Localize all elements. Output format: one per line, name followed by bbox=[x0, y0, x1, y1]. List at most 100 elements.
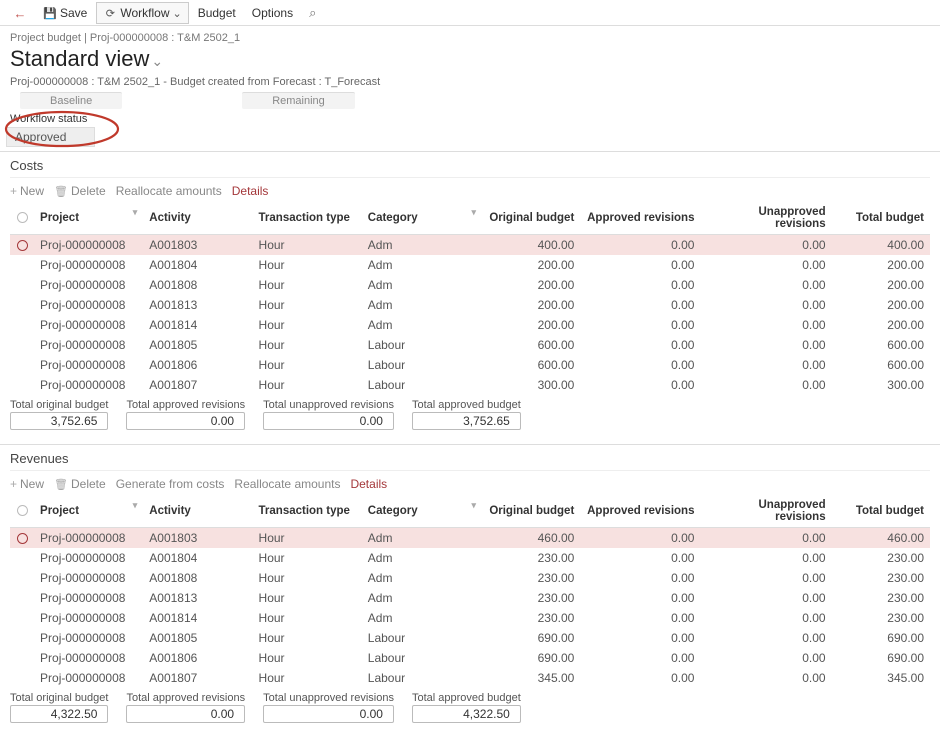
col-txtype[interactable]: Transaction type bbox=[253, 202, 362, 235]
cell-orig: 300.00 bbox=[482, 375, 580, 395]
col-category[interactable]: Category bbox=[362, 495, 482, 528]
trash-icon bbox=[54, 184, 68, 198]
cell-activity: A001806 bbox=[143, 648, 252, 668]
costs-details[interactable]: Details bbox=[232, 184, 269, 198]
table-row[interactable]: Proj-000000008A001806HourLabour690.000.0… bbox=[10, 648, 930, 668]
col-project[interactable]: Project bbox=[34, 202, 143, 235]
cell-orig: 460.00 bbox=[482, 528, 580, 549]
col-total[interactable]: Total budget bbox=[832, 495, 930, 528]
col-apprev[interactable]: Approved revisions bbox=[580, 202, 700, 235]
cell-category: Adm bbox=[362, 275, 482, 295]
table-row[interactable]: Proj-000000008A001804HourAdm230.000.000.… bbox=[10, 548, 930, 568]
page-title[interactable]: Standard view⌄ bbox=[0, 46, 940, 76]
tab-baseline[interactable]: Baseline bbox=[20, 92, 122, 109]
cell-orig: 690.00 bbox=[482, 628, 580, 648]
col-unapprev[interactable]: Unapproved revisions bbox=[700, 495, 831, 528]
tot-orig-label: Total original budget bbox=[10, 692, 108, 704]
table-row[interactable]: Proj-000000008A001803HourAdm400.000.000.… bbox=[10, 235, 930, 256]
workflow-button[interactable]: Workflow bbox=[96, 2, 188, 24]
col-total[interactable]: Total budget bbox=[832, 202, 930, 235]
cell-project: Proj-000000008 bbox=[34, 648, 143, 668]
save-label: Save bbox=[60, 6, 87, 20]
cell-category: Labour bbox=[362, 668, 482, 688]
table-row[interactable]: Proj-000000008A001814HourAdm200.000.000.… bbox=[10, 315, 930, 335]
options-button[interactable]: Options bbox=[245, 2, 300, 24]
costs-tot-unapprev: 0.00 bbox=[263, 412, 394, 430]
save-button[interactable]: Save bbox=[36, 2, 94, 24]
revenues-tot-appbudget: 4,322.50 bbox=[412, 705, 521, 723]
table-row[interactable]: Proj-000000008A001808HourAdm230.000.000.… bbox=[10, 568, 930, 588]
cell-total: 690.00 bbox=[832, 648, 930, 668]
tab-remaining[interactable]: Remaining bbox=[242, 92, 355, 109]
cell-orig: 230.00 bbox=[482, 588, 580, 608]
table-row[interactable]: Proj-000000008A001807HourLabour345.000.0… bbox=[10, 668, 930, 688]
cell-unapprev: 0.00 bbox=[700, 295, 831, 315]
budget-button[interactable]: Budget bbox=[191, 2, 243, 24]
cell-txtype: Hour bbox=[253, 548, 362, 568]
cell-activity: A001805 bbox=[143, 335, 252, 355]
costs-reallocate[interactable]: Reallocate amounts bbox=[116, 184, 222, 198]
table-row[interactable]: Proj-000000008A001805HourLabour600.000.0… bbox=[10, 335, 930, 355]
costs-delete[interactable]: Delete bbox=[54, 184, 106, 198]
cell-category: Adm bbox=[362, 255, 482, 275]
table-row[interactable]: Proj-000000008A001808HourAdm200.000.000.… bbox=[10, 275, 930, 295]
search-button[interactable] bbox=[302, 2, 323, 24]
select-all-radio[interactable] bbox=[17, 212, 28, 223]
cell-project: Proj-000000008 bbox=[34, 235, 143, 256]
cell-apprev: 0.00 bbox=[580, 648, 700, 668]
col-project[interactable]: Project bbox=[34, 495, 143, 528]
table-row[interactable]: Proj-000000008A001813HourAdm200.000.000.… bbox=[10, 295, 930, 315]
revenues-title: Revenues bbox=[10, 449, 930, 471]
table-row[interactable]: Proj-000000008A001814HourAdm230.000.000.… bbox=[10, 608, 930, 628]
revenues-reallocate[interactable]: Reallocate amounts bbox=[234, 477, 340, 491]
select-all-radio[interactable] bbox=[17, 505, 28, 516]
col-activity[interactable]: Activity bbox=[143, 202, 252, 235]
costs-new[interactable]: New bbox=[10, 184, 44, 198]
tot-orig-label: Total original budget bbox=[10, 399, 108, 411]
cell-project: Proj-000000008 bbox=[34, 568, 143, 588]
cell-orig: 200.00 bbox=[482, 275, 580, 295]
table-row[interactable]: Proj-000000008A001803HourAdm460.000.000.… bbox=[10, 528, 930, 549]
col-unapprev[interactable]: Unapproved revisions bbox=[700, 202, 831, 235]
revenues-gen-from-costs[interactable]: Generate from costs bbox=[116, 477, 225, 491]
sub-description: Proj-000000008 : T&M 2502_1 - Budget cre… bbox=[0, 76, 940, 92]
cell-total: 200.00 bbox=[832, 255, 930, 275]
revenues-totals: Total original budget4,322.50 Total appr… bbox=[10, 688, 930, 729]
cell-txtype: Hour bbox=[253, 648, 362, 668]
cell-activity: A001807 bbox=[143, 375, 252, 395]
cell-apprev: 0.00 bbox=[580, 608, 700, 628]
row-radio[interactable] bbox=[17, 533, 28, 544]
col-category[interactable]: Category bbox=[362, 202, 482, 235]
table-row[interactable]: Proj-000000008A001807HourLabour300.000.0… bbox=[10, 375, 930, 395]
revenues-details[interactable]: Details bbox=[350, 477, 387, 491]
col-orig[interactable]: Original budget bbox=[482, 202, 580, 235]
cell-project: Proj-000000008 bbox=[34, 628, 143, 648]
cell-activity: A001803 bbox=[143, 235, 252, 256]
cell-apprev: 0.00 bbox=[580, 375, 700, 395]
revenues-delete[interactable]: Delete bbox=[54, 477, 106, 491]
back-button[interactable] bbox=[6, 2, 34, 24]
table-row[interactable]: Proj-000000008A001804HourAdm200.000.000.… bbox=[10, 255, 930, 275]
tot-unapprev-label: Total unapproved revisions bbox=[263, 692, 394, 704]
cell-apprev: 0.00 bbox=[580, 568, 700, 588]
table-row[interactable]: Proj-000000008A001805HourLabour690.000.0… bbox=[10, 628, 930, 648]
revenues-section: Revenues New Delete Generate from costs … bbox=[0, 445, 940, 733]
col-apprev[interactable]: Approved revisions bbox=[580, 495, 700, 528]
col-activity[interactable]: Activity bbox=[143, 495, 252, 528]
cell-unapprev: 0.00 bbox=[700, 548, 831, 568]
revenues-new[interactable]: New bbox=[10, 477, 44, 491]
cell-unapprev: 0.00 bbox=[700, 335, 831, 355]
row-radio[interactable] bbox=[17, 240, 28, 251]
col-orig[interactable]: Original budget bbox=[482, 495, 580, 528]
cell-orig: 230.00 bbox=[482, 548, 580, 568]
col-txtype[interactable]: Transaction type bbox=[253, 495, 362, 528]
table-row[interactable]: Proj-000000008A001806HourLabour600.000.0… bbox=[10, 355, 930, 375]
cell-orig: 600.00 bbox=[482, 335, 580, 355]
cell-total: 600.00 bbox=[832, 335, 930, 355]
cell-activity: A001808 bbox=[143, 275, 252, 295]
cell-orig: 200.00 bbox=[482, 295, 580, 315]
cell-activity: A001804 bbox=[143, 548, 252, 568]
workflow-icon bbox=[103, 6, 117, 20]
table-row[interactable]: Proj-000000008A001813HourAdm230.000.000.… bbox=[10, 588, 930, 608]
cell-txtype: Hour bbox=[253, 668, 362, 688]
